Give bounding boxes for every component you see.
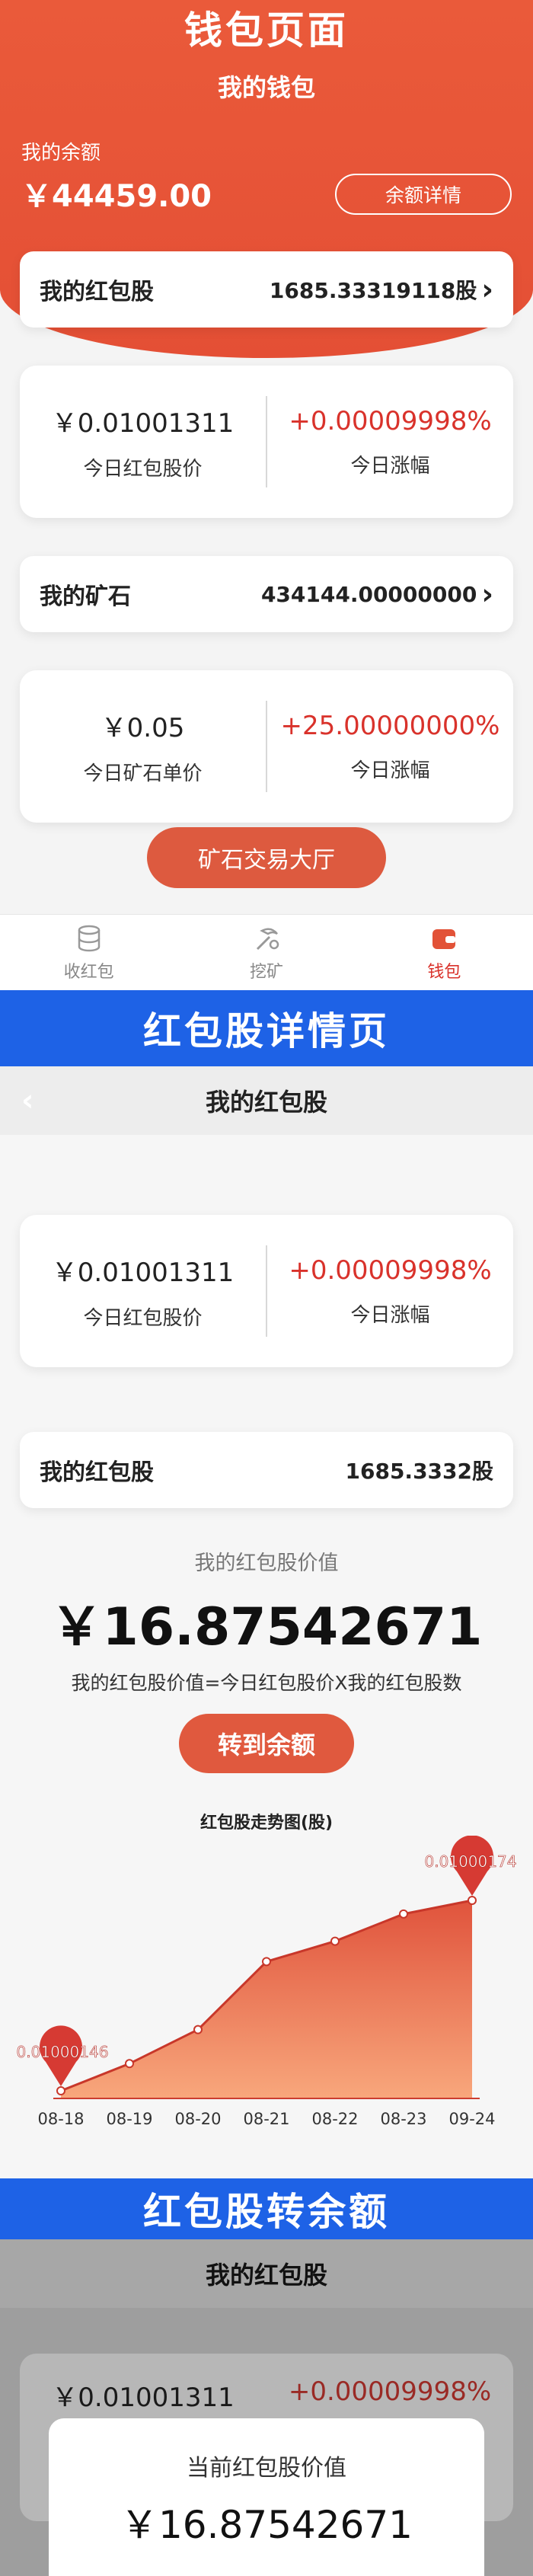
detail-holding-row: 我的红包股 1685.3332股 (20, 1432, 513, 1508)
x-tick-label: 08-19 (106, 2110, 152, 2128)
transfer-change: +0.00009998% (288, 2376, 492, 2407)
detail-value-amount: ￥16.87542671 (50, 1597, 483, 1657)
ore-price-block: ￥0.05 今日矿石单价 (20, 670, 266, 823)
x-tick-label: 08-21 (243, 2110, 289, 2128)
chevron-right-icon: › (481, 577, 493, 611)
transfer-to-balance-button[interactable]: 转到余额 (179, 1714, 354, 1773)
ore-price-label: 今日矿石单价 (83, 762, 203, 785)
ore-trade-hall-button[interactable]: 矿石交易大厅 (147, 827, 386, 888)
hongbao-change-label: 今日涨幅 (350, 454, 430, 478)
tab-mining[interactable]: 挖矿 (177, 915, 355, 990)
data-point[interactable] (193, 2025, 203, 2034)
transfer-section-banner: 红包股转余额 (0, 2178, 533, 2239)
detail-change-block: +0.00009998% 今日涨幅 (267, 1215, 513, 1367)
modal-value-label: 当前红包股价值 (187, 2455, 346, 2482)
marker-label: 0.01000174 (425, 1852, 517, 1871)
data-point[interactable] (262, 1957, 271, 1967)
modal-value-amount: ￥16.87542671 (120, 2503, 413, 2547)
ore-row[interactable]: 我的矿石 434144.00000000 › (20, 556, 513, 632)
ore-row-value: 434144.00000000 (260, 581, 477, 607)
transfer-price: ￥0.01001311 (52, 2383, 235, 2413)
data-point[interactable] (330, 1936, 340, 1946)
tab-mining-label: 挖矿 (249, 962, 283, 982)
transfer-page: 我的红包股 ￥0.01001311 +0.00009998% 当前红包股价值 ￥… (0, 2239, 533, 2576)
tab-wallet-label: 钱包 (427, 962, 461, 982)
database-icon (78, 925, 100, 951)
detail-price-block: ￥0.01001311 今日红包股价 (20, 1215, 266, 1367)
balance-value: ￥44459.00 (21, 179, 212, 214)
x-tick-label: 09-24 (448, 2110, 495, 2128)
hongbao-change-block: +0.00009998% 今日涨幅 (267, 366, 513, 518)
data-point[interactable] (399, 1909, 408, 1919)
ore-change-block: +25.00000000% 今日涨幅 (267, 670, 513, 823)
transfer-banner-text: 红包股转余额 (143, 2190, 390, 2234)
wallet-page: 我的钱包 我的余额 ￥44459.00 余额详情 我的红包股 1685.3331… (0, 0, 533, 990)
x-tick-label: 08-23 (380, 2110, 426, 2128)
detail-price: ￥0.01001311 (51, 1258, 235, 1288)
hongbao-stats-card: ￥0.01001311 今日红包股价 +0.00009998% 今日涨幅 (20, 366, 513, 518)
balance-label: 我的余额 (21, 142, 101, 165)
detail-page: ‹ 我的红包股 ￥0.01001311 今日红包股价 +0.00009998% … (0, 1066, 533, 2178)
ore-row-label: 我的矿石 (40, 583, 131, 610)
chart-title: 红包股走势图(股) (199, 1814, 334, 1833)
data-point[interactable] (125, 2059, 134, 2069)
hongbao-row-label: 我的红包股 (40, 279, 154, 305)
detail-section-banner: 红包股详情页 (0, 990, 533, 1066)
ore-row-value-wrap: 434144.00000000 › (261, 580, 493, 609)
detail-banner-text: 红包股详情页 (143, 1009, 390, 1053)
hongbao-price-block: ￥0.01001311 今日红包股价 (20, 366, 266, 518)
detail-holding-label: 我的红包股 (40, 1459, 154, 1486)
bottom-tabbar: 收红包 挖矿 钱包 (0, 914, 533, 990)
tab-collect[interactable]: 收红包 (0, 915, 177, 990)
balance-detail-button[interactable]: 余额详情 (335, 174, 512, 215)
detail-change: +0.00009998% (289, 1254, 492, 1286)
trend-chart: 08-18 08-19 08-20 08-21 08-22 08-23 09-24 0.010… (16, 1836, 517, 2128)
data-point[interactable] (468, 1896, 477, 1905)
pickaxe-icon (256, 928, 279, 950)
transfer-header: 我的红包股 (0, 2239, 533, 2308)
wallet-section-banner: 钱包页面 (0, 0, 533, 55)
transfer-title: 我的红包股 (205, 2261, 327, 2290)
chevron-right-icon: › (481, 273, 493, 306)
wallet-icon (432, 928, 456, 949)
x-tick-label: 08-18 (37, 2110, 84, 2128)
detail-price-label: 今日红包股价 (83, 1307, 203, 1330)
ore-stats-card: ￥0.05 今日矿石单价 +25.00000000% 今日涨幅 (20, 670, 513, 823)
detail-holding-value: 1685.3332股 (345, 1459, 494, 1484)
hongbao-row[interactable]: 我的红包股 1685.33319118股 › (20, 251, 513, 328)
wallet-title: 我的钱包 (217, 73, 315, 102)
detail-stats-card: ￥0.01001311 今日红包股价 +0.00009998% 今日涨幅 (20, 1215, 513, 1367)
wallet-banner-text: 钱包页面 (184, 8, 349, 53)
detail-formula: 我的红包股价值=今日红包股价X我的红包股数 (71, 1672, 462, 1694)
hongbao-row-value-wrap: 1685.33319118股 › (270, 274, 493, 305)
hongbao-change: +0.00009998% (289, 405, 492, 436)
detail-value-label: 我的红包股价值 (194, 1552, 339, 1575)
back-arrow-icon[interactable]: ‹ (21, 1083, 34, 1118)
ore-change-label: 今日涨幅 (350, 759, 430, 782)
x-tick-label: 08-22 (311, 2110, 358, 2128)
ore-price: ￥0.05 (101, 713, 185, 743)
detail-change-label: 今日涨幅 (350, 1303, 430, 1327)
transfer-modal: 当前红包股价值 ￥16.87542671 (49, 2418, 484, 2576)
tab-collect-label: 收红包 (63, 962, 114, 982)
detail-title: 我的红包股 (205, 1088, 327, 1117)
trend-area (61, 1900, 472, 2098)
data-point[interactable] (56, 2086, 65, 2095)
marker-label: 0.01000146 (17, 2043, 109, 2061)
hongbao-price-label: 今日红包股价 (83, 458, 203, 481)
hongbao-price: ￥0.01001311 (51, 408, 235, 439)
detail-header: ‹ 我的红包股 (0, 1066, 533, 1135)
ore-change: +25.00000000% (280, 710, 500, 741)
tab-wallet[interactable]: 钱包 (356, 915, 533, 990)
x-tick-label: 08-20 (174, 2110, 221, 2128)
hongbao-row-value: 1685.33319118股 (269, 278, 477, 303)
